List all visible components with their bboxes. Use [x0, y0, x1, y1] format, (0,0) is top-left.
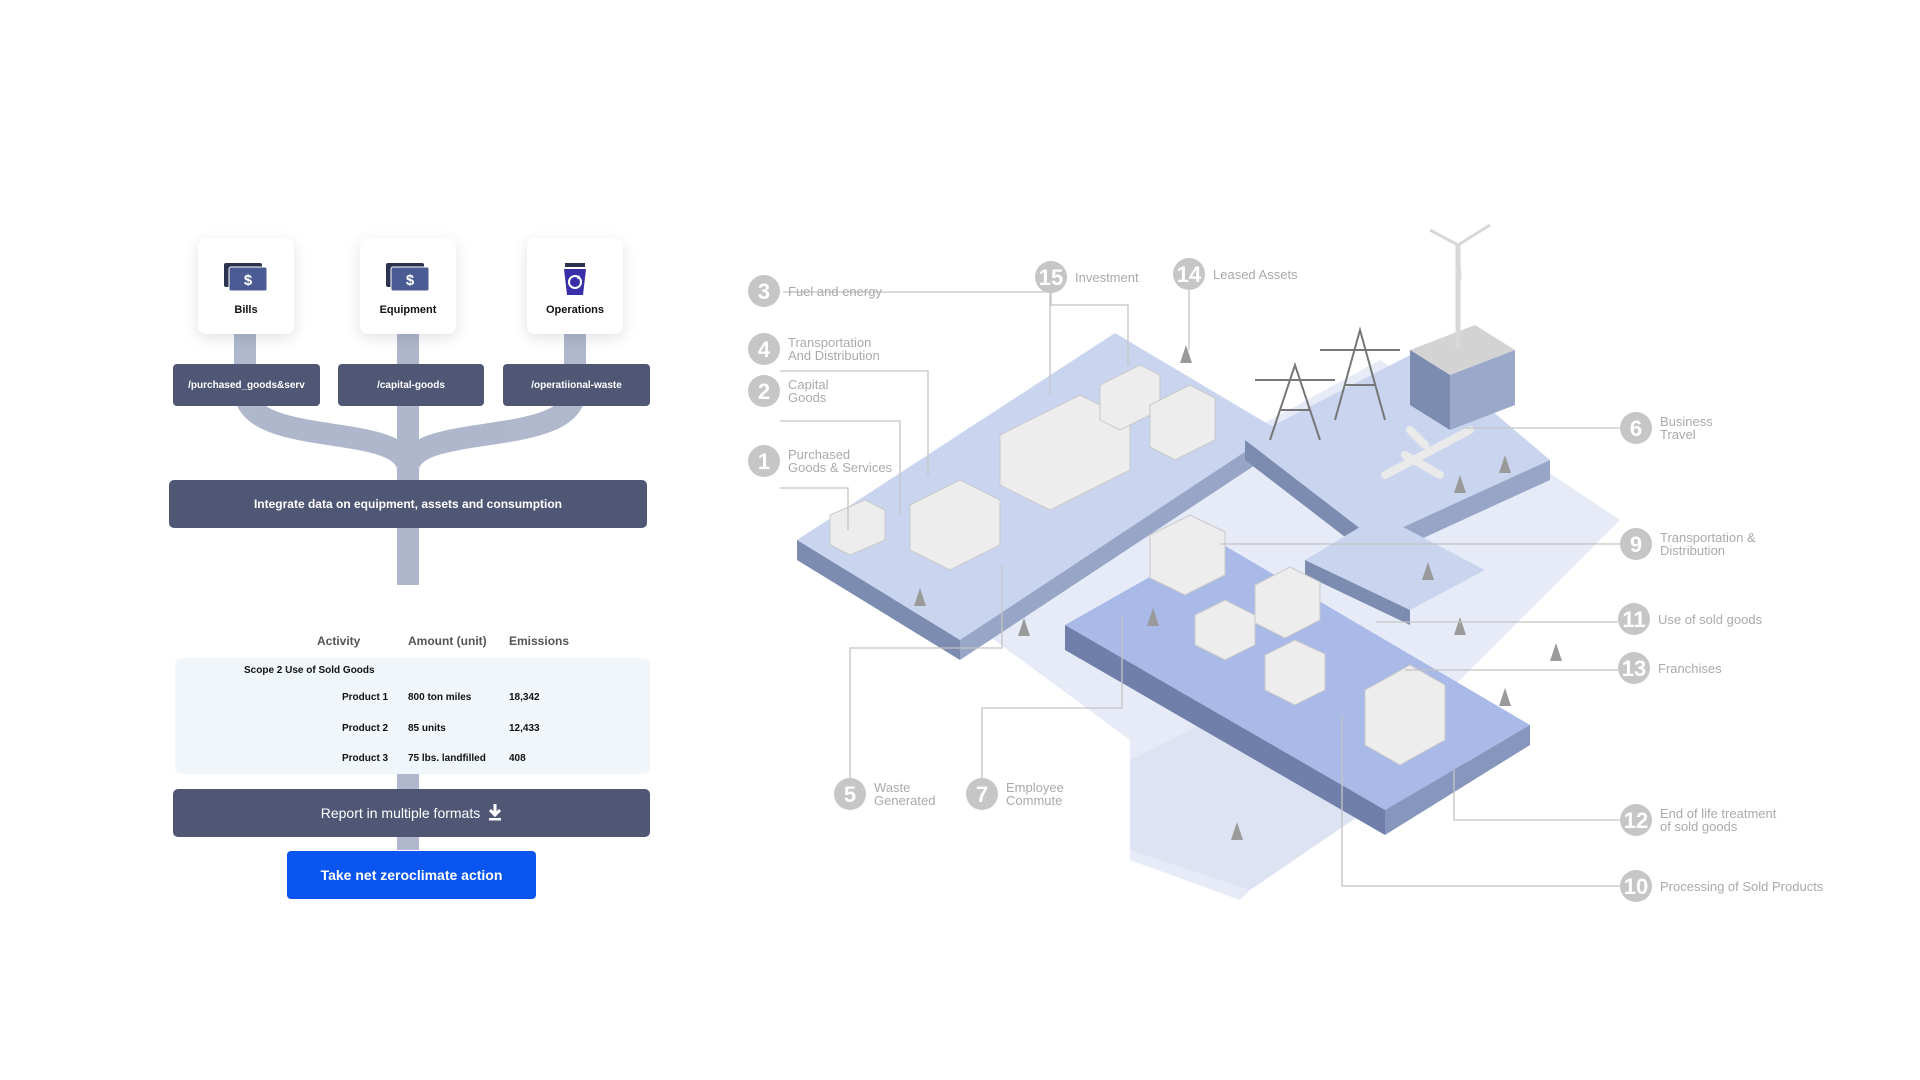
category-number: 5: [834, 778, 866, 810]
category-label-1: 1 Purchased Goods & Services: [748, 445, 892, 477]
integrate-data-bar: Integrate data on equipment, assets and …: [169, 480, 647, 528]
category-text: End of life treatment of sold goods: [1660, 806, 1777, 834]
category-text: Waste Generated: [874, 780, 936, 808]
category-text: Business Travel: [1660, 414, 1713, 442]
source-label: Bills: [234, 304, 258, 316]
category-label-15: 15 Investment: [1035, 261, 1139, 293]
category-number: 4: [748, 333, 780, 365]
category-text: Employee Commute: [1006, 780, 1064, 808]
category-label-12: 12 End of life treatment of sold goods: [1620, 804, 1776, 836]
source-card-bills[interactable]: $ Bills: [198, 238, 294, 334]
category-number: 14: [1173, 258, 1205, 290]
dollar-bill-icon: $: [360, 262, 456, 296]
category-number: 3: [748, 275, 780, 307]
category-label-11: 11 Use of sold goods: [1618, 603, 1762, 635]
download-icon: [488, 803, 502, 824]
take-action-button[interactable]: Take net zeroclimate action: [287, 851, 536, 899]
endpoint-purchased-goods[interactable]: /purchased_goods&serv: [173, 364, 320, 406]
category-label-14: 14 Leased Assets: [1173, 258, 1298, 290]
column-header-emissions: Emissions: [509, 634, 570, 648]
svg-text:$: $: [406, 272, 415, 289]
table-cell-amount: 800 ton miles: [408, 692, 472, 703]
table-cell-emissions: 12,433: [509, 723, 540, 734]
table-cell-emissions: 408: [509, 753, 526, 764]
category-text: Use of sold goods: [1658, 611, 1763, 627]
category-text: Purchased Goods & Services: [788, 447, 893, 475]
table-cell-emissions: 18,342: [509, 692, 540, 703]
source-label: Equipment: [379, 304, 437, 316]
category-text: Fuel and energy: [788, 283, 882, 299]
category-number: 10: [1620, 870, 1652, 902]
table-cell-activity: Product 1: [342, 692, 389, 703]
column-header-amount: Amount (unit): [408, 634, 487, 648]
category-label-5: 5 Waste Generated: [834, 778, 935, 810]
category-text: Capital Goods: [788, 377, 829, 405]
category-number: 11: [1618, 603, 1650, 635]
category-number: 15: [1035, 261, 1067, 293]
category-label-10: 10 Processing of Sold Products: [1620, 870, 1823, 902]
category-number: 7: [966, 778, 998, 810]
source-card-operations[interactable]: Operations: [527, 238, 623, 334]
table-cell-activity: Product 3: [342, 753, 389, 764]
isometric-scene: [780, 223, 1620, 900]
category-number: 13: [1618, 652, 1650, 684]
svg-text:$: $: [244, 272, 253, 289]
category-text: Franchises: [1658, 660, 1722, 676]
category-text: Processing of Sold Products: [1660, 878, 1824, 894]
table-cell-activity: Product 2: [342, 723, 389, 734]
column-header-activity: Activity: [317, 634, 361, 648]
category-label-13: 13 Franchises: [1618, 652, 1722, 684]
category-text: Leased Assets: [1213, 266, 1298, 282]
category-number: 12: [1620, 804, 1652, 836]
category-label-7: 7 Employee Commute: [966, 778, 1064, 810]
source-card-equipment[interactable]: $ Equipment: [360, 238, 456, 334]
category-number: 1: [748, 445, 780, 477]
category-number: 6: [1620, 412, 1652, 444]
dollar-bill-icon: $: [198, 262, 294, 296]
recycle-bin-icon: [527, 262, 623, 296]
category-text: Transportation & Distribution: [1660, 530, 1756, 558]
endpoint-operational-waste[interactable]: /operatiional-waste: [503, 364, 650, 406]
category-label-4: 4 Transportation And Distribution: [748, 333, 880, 365]
report-formats-button[interactable]: Report in multiple formats: [173, 789, 650, 837]
category-text: Transportation And Distribution: [788, 335, 880, 363]
category-label-2: 2 Capital Goods: [748, 375, 828, 407]
table-group-title: Scope 2 Use of Sold Goods: [244, 665, 375, 676]
report-label: Report in multiple formats: [320, 805, 481, 821]
category-label-3: 3 Fuel and energy: [748, 275, 882, 307]
table-cell-amount: 85 units: [408, 723, 446, 734]
category-label-9: 9 Transportation & Distribution: [1620, 528, 1756, 560]
category-text: Investment: [1075, 269, 1139, 285]
source-label: Operations: [545, 304, 605, 316]
table-cell-amount: 75 lbs. landfilled: [408, 753, 486, 764]
endpoint-capital-goods[interactable]: /capital-goods: [338, 364, 484, 406]
category-number: 9: [1620, 528, 1652, 560]
category-label-6: 6 Business Travel: [1620, 412, 1713, 444]
category-number: 2: [748, 375, 780, 407]
